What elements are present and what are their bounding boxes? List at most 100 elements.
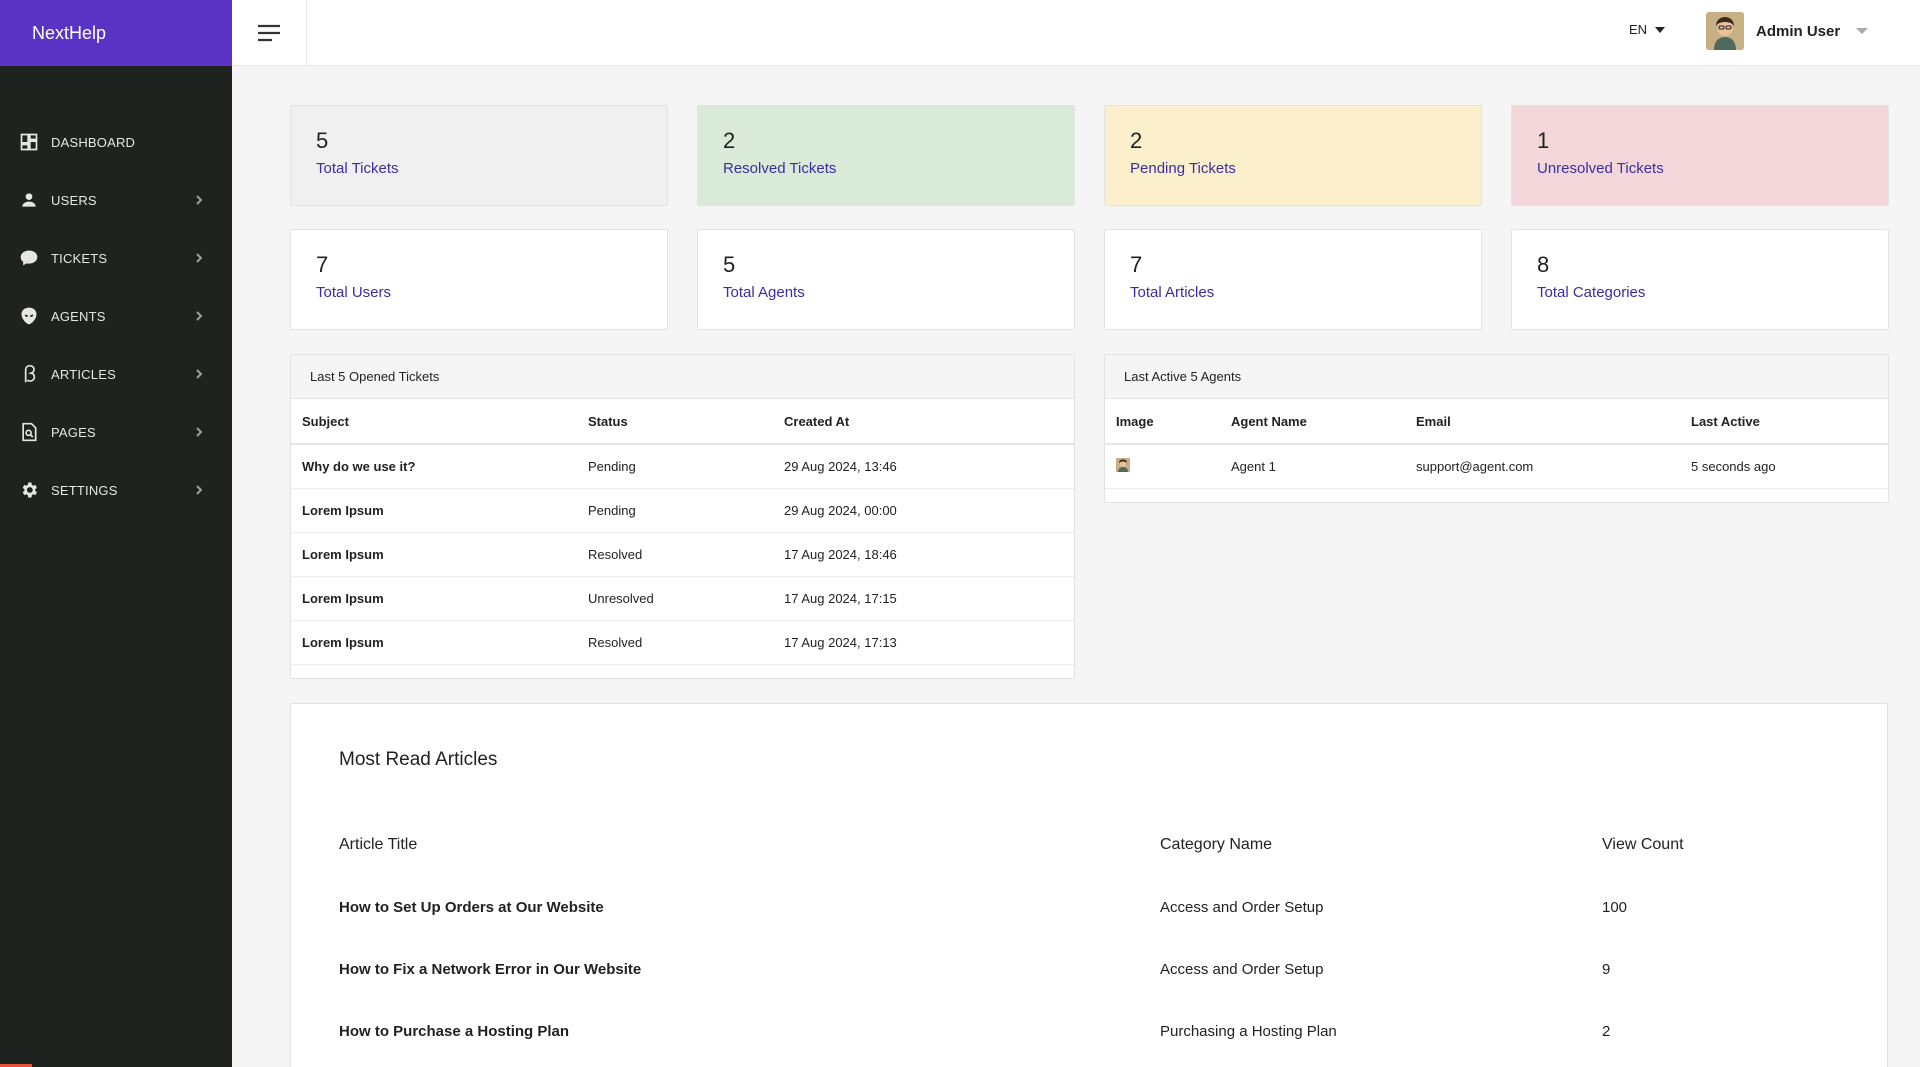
sidebar-item-agents[interactable]: AGENTS xyxy=(0,287,232,345)
user-menu[interactable]: Admin User xyxy=(1706,12,1869,50)
tickets-table: Subject Status Created At Why do we use … xyxy=(291,399,1074,665)
article-category: Purchasing a Hosting Plan xyxy=(1160,1023,1337,1040)
column-header: Article Title xyxy=(339,836,418,853)
chat-icon xyxy=(19,248,39,268)
user-icon xyxy=(19,190,39,210)
column-header: Status xyxy=(577,399,773,445)
ticket-created: 17 Aug 2024, 18:46 xyxy=(773,532,1074,577)
column-header: Image xyxy=(1105,399,1220,445)
table-row[interactable]: Lorem Ipsum Unresolved 17 Aug 2024, 17:1… xyxy=(291,576,1074,621)
ticket-status: Resolved xyxy=(577,532,773,577)
sidebar-item-pages[interactable]: PAGES xyxy=(0,403,232,461)
article-title[interactable]: How to Fix a Network Error in Our Websit… xyxy=(339,961,641,978)
article-views: 100 xyxy=(1602,899,1628,916)
sidebar: NextHelp DASHBOARD USERS TICKETS AGENTS … xyxy=(0,0,232,1067)
stat-card-resolved-tickets[interactable]: 2 Resolved Tickets xyxy=(697,105,1075,206)
agent-avatar xyxy=(1116,457,1130,472)
ticket-created: 17 Aug 2024, 17:13 xyxy=(773,620,1074,665)
ticket-subject: Lorem Ipsum xyxy=(291,620,577,665)
column-header: Agent Name xyxy=(1220,399,1405,445)
agents-panel: Last Active 5 Agents Image Agent Name Em… xyxy=(1104,354,1889,503)
ticket-subject: Lorem Ipsum xyxy=(291,488,577,533)
ticket-created: 17 Aug 2024, 17:15 xyxy=(773,576,1074,621)
menu-toggle-button[interactable] xyxy=(232,0,307,66)
stat-value: 5 xyxy=(723,252,736,277)
table-header-row: Image Agent Name Email Last Active xyxy=(1105,399,1888,445)
stat-value: 2 xyxy=(1130,128,1143,153)
article-category: Access and Order Setup xyxy=(1160,961,1324,978)
ticket-status: Pending xyxy=(577,444,773,489)
stat-card-total-tickets[interactable]: 5 Total Tickets xyxy=(290,105,668,206)
stat-label: Pending Tickets xyxy=(1130,160,1236,177)
table-row[interactable]: Lorem Ipsum Pending 29 Aug 2024, 00:00 xyxy=(291,488,1074,533)
hamburger-icon xyxy=(258,24,280,42)
stat-label: Total Tickets xyxy=(316,160,399,177)
table-row[interactable]: Why do we use it? Pending 29 Aug 2024, 1… xyxy=(291,444,1074,489)
panel-title: Last 5 Opened Tickets xyxy=(291,355,1074,399)
stat-card-total-users[interactable]: 7 Total Users xyxy=(290,229,668,330)
tickets-panel: Last 5 Opened Tickets Subject Status Cre… xyxy=(290,354,1075,679)
article-views: 2 xyxy=(1602,1023,1611,1040)
sidebar-item-dashboard[interactable]: DASHBOARD xyxy=(0,113,232,171)
table-row[interactable]: Lorem Ipsum Resolved 17 Aug 2024, 17:13 xyxy=(291,620,1074,665)
most-read-articles-panel: Most Read Articles Article Title Categor… xyxy=(290,703,1888,1067)
sidebar-item-tickets[interactable]: TICKETS xyxy=(0,229,232,287)
chevron-right-icon xyxy=(194,483,204,498)
section-title: Most Read Articles xyxy=(339,749,498,770)
language-label: EN xyxy=(1629,22,1648,37)
stat-value: 8 xyxy=(1537,252,1550,277)
sidebar-item-articles[interactable]: ARTICLES xyxy=(0,345,232,403)
column-header: Created At xyxy=(773,399,1074,445)
stat-label: Total Users xyxy=(316,284,392,301)
stat-value: 1 xyxy=(1537,128,1550,153)
stat-card-total-categories[interactable]: 8 Total Categories xyxy=(1511,229,1889,330)
language-selector[interactable]: EN xyxy=(1629,22,1666,37)
stat-card-total-agents[interactable]: 5 Total Agents xyxy=(697,229,1075,330)
brand-logo[interactable]: NextHelp xyxy=(0,0,232,66)
ticket-subject: Why do we use it? xyxy=(291,444,577,489)
ticket-status: Unresolved xyxy=(577,576,773,621)
sidebar-item-label: TICKETS xyxy=(51,250,108,266)
stat-value: 7 xyxy=(1130,252,1143,277)
avatar xyxy=(1706,12,1744,50)
sidebar-nav: DASHBOARD USERS TICKETS AGENTS ARTICLES … xyxy=(0,66,232,519)
stat-card-total-articles[interactable]: 7 Total Articles xyxy=(1104,229,1482,330)
stat-card-pending-tickets[interactable]: 2 Pending Tickets xyxy=(1104,105,1482,206)
sidebar-item-label: ARTICLES xyxy=(51,366,116,382)
column-header: Email xyxy=(1405,399,1680,445)
ticket-subject: Lorem Ipsum xyxy=(291,576,577,621)
ticket-created: 29 Aug 2024, 13:46 xyxy=(773,444,1074,489)
gear-icon xyxy=(19,480,39,500)
chevron-right-icon xyxy=(194,425,204,440)
page-search-icon xyxy=(19,422,39,442)
chevron-right-icon xyxy=(194,309,204,324)
column-header: Last Active xyxy=(1680,399,1888,445)
stat-value: 2 xyxy=(723,128,736,153)
ticket-status: Pending xyxy=(577,488,773,533)
stat-value: 7 xyxy=(316,252,329,277)
sidebar-item-users[interactable]: USERS xyxy=(0,171,232,229)
sidebar-item-label: DASHBOARD xyxy=(51,134,136,150)
article-views: 9 xyxy=(1602,961,1611,978)
beta-icon xyxy=(19,364,39,384)
table-row[interactable]: Lorem Ipsum Resolved 17 Aug 2024, 18:46 xyxy=(291,532,1074,577)
table-row[interactable]: Agent 1 support@agent.com 5 seconds ago xyxy=(1105,444,1888,489)
sidebar-item-settings[interactable]: SETTINGS xyxy=(0,461,232,519)
column-header: View Count xyxy=(1602,836,1684,853)
caret-down-icon xyxy=(1655,26,1666,33)
stat-card-unresolved-tickets[interactable]: 1 Unresolved Tickets xyxy=(1511,105,1889,206)
ticket-status: Resolved xyxy=(577,620,773,665)
agent-email: support@agent.com xyxy=(1405,444,1680,489)
article-category: Access and Order Setup xyxy=(1160,899,1324,916)
chevron-right-icon xyxy=(194,193,204,208)
article-title[interactable]: How to Set Up Orders at Our Website xyxy=(339,899,604,916)
table-header-row: Subject Status Created At xyxy=(291,399,1074,445)
dashboard-icon xyxy=(19,132,39,152)
stat-label: Total Articles xyxy=(1130,284,1215,301)
stat-label: Unresolved Tickets xyxy=(1537,160,1664,177)
sidebar-item-label: PAGES xyxy=(51,424,96,440)
article-title[interactable]: How to Purchase a Hosting Plan xyxy=(339,1023,569,1040)
agent-name: Agent 1 xyxy=(1220,444,1405,489)
agents-table: Image Agent Name Email Last Active Agent… xyxy=(1105,399,1888,489)
user-name: Admin User xyxy=(1756,22,1841,40)
